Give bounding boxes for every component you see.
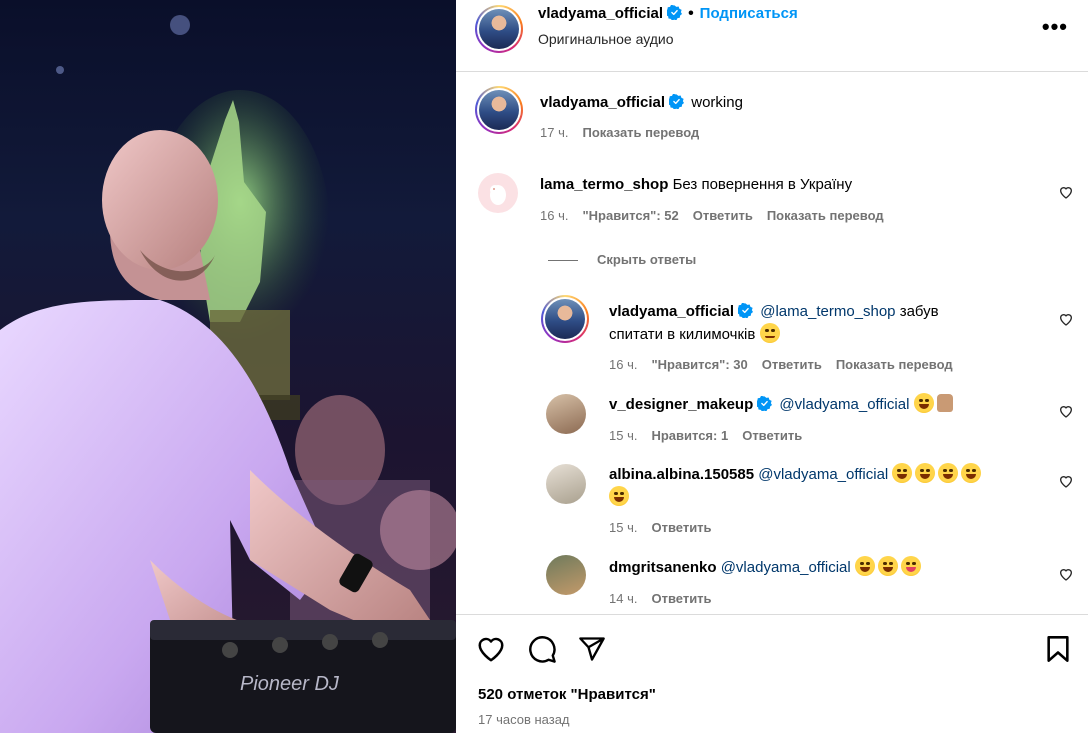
reply-text-line2: спитати в килимочків (609, 326, 756, 343)
reply-time[interactable]: 15 ч. (609, 428, 637, 443)
share-icon[interactable] (578, 635, 606, 663)
reply-time[interactable]: 14 ч. (609, 591, 637, 606)
reply-meta: 15 ч. Нравится: 1 Ответить (609, 428, 816, 443)
reply-avatar[interactable] (546, 394, 586, 434)
audio-label[interactable]: Оригинальное аудио (538, 31, 674, 47)
reply-time[interactable]: 15 ч. (609, 520, 637, 535)
post-image-art: Pioneer DJ (0, 15, 456, 733)
comment: lama_termo_shop Без повернення в Україну (540, 174, 852, 196)
reply-button[interactable]: Ответить (651, 591, 711, 606)
joy-emoji-icon (913, 393, 934, 413)
reply-time[interactable]: 16 ч. (609, 357, 637, 372)
reply-avatar[interactable] (541, 295, 589, 343)
svg-text:Pioneer DJ: Pioneer DJ (240, 673, 340, 695)
like-comment-heart-icon[interactable] (1058, 403, 1074, 419)
like-comment-heart-icon[interactable] (1058, 566, 1074, 582)
caption-username[interactable]: vladyama_official (540, 94, 665, 111)
post-image[interactable]: Pioneer DJ (0, 0, 456, 733)
reply-mention[interactable]: @lama_termo_shop (760, 303, 895, 320)
caption: vladyama_official working (540, 92, 743, 114)
author-username[interactable]: vladyama_official (538, 5, 663, 22)
reply-username[interactable]: vladyama_official (609, 303, 734, 320)
reply-likes[interactable]: Нравится: 1 (651, 428, 728, 443)
reply: vladyama_official @lama_termo_shop забув… (609, 301, 1029, 346)
reply-username[interactable]: dmgritsanenko (609, 559, 717, 576)
reply-mention[interactable]: @vladyama_official (779, 396, 909, 413)
comment-icon[interactable] (528, 635, 557, 664)
joy-emoji-icon (609, 486, 629, 506)
caption-time[interactable]: 17 ч. (540, 125, 568, 140)
reply-avatar[interactable] (546, 555, 586, 595)
reply-button[interactable]: Ответить (762, 357, 822, 372)
reply-meta: 16 ч. "Нравится": 30 Ответить Показать пере… (609, 357, 967, 372)
reply-button[interactable]: Ответить (693, 208, 753, 223)
comment-likes[interactable]: "Нравится": 52 (582, 208, 678, 223)
tongue-out-emoji-icon (900, 556, 921, 576)
replies-divider (548, 260, 578, 261)
reply-mention[interactable]: @vladyama_official (721, 559, 851, 576)
author-avatar[interactable] (475, 5, 523, 53)
reply: albina.albina.150585 @vladyama_official (609, 463, 1039, 509)
verified-badge-icon (738, 303, 754, 318)
reply-meta: 15 ч. Ответить (609, 520, 726, 535)
reply-button[interactable]: Ответить (742, 428, 802, 443)
follow-button[interactable]: Подписаться (700, 5, 798, 22)
verified-badge-icon (757, 396, 773, 411)
comment-time[interactable]: 16 ч. (540, 208, 568, 223)
post-header: vladyama_official • Подписаться Оригинальн… (456, 0, 1088, 72)
joy-emoji-icon (877, 556, 898, 576)
joy-emoji-icon (854, 556, 875, 576)
comments-list[interactable]: vladyama_official working 17 ч. Показать … (456, 73, 1088, 613)
like-heart-icon[interactable] (476, 635, 506, 663)
reply: dmgritsanenko @vladyama_official (609, 556, 924, 579)
separator-dot: • (688, 5, 694, 22)
comment-avatar-lama[interactable] (478, 173, 518, 213)
post-panel: vladyama_official • Подписаться Оригинальн… (456, 0, 1088, 733)
verified-badge-icon (667, 5, 683, 20)
translate-button[interactable]: Показать перевод (767, 208, 884, 223)
reply-button[interactable]: Ответить (651, 520, 711, 535)
joy-emoji-icon (961, 463, 982, 483)
reply-username[interactable]: albina.albina.150585 (609, 466, 754, 483)
caption-avatar[interactable] (475, 86, 523, 134)
translate-button[interactable]: Показать перевод (836, 357, 953, 372)
reply-meta: 14 ч. Ответить (609, 591, 726, 606)
comment-text: Без повернення в Україну (672, 176, 853, 193)
reply-avatar[interactable] (546, 464, 586, 504)
like-comment-heart-icon[interactable] (1058, 311, 1074, 327)
more-options-icon[interactable]: ••• (1042, 14, 1068, 40)
save-bookmark-icon[interactable] (1046, 635, 1070, 663)
reply: v_designer_makeup @vladyama_official (609, 393, 953, 416)
comment-meta: 16 ч. "Нравится": 52 Ответить Показать пере… (540, 208, 898, 223)
reply-username[interactable]: v_designer_makeup (609, 396, 753, 413)
caption-meta: 17 ч. Показать перевод (540, 125, 713, 140)
caption-text: working (691, 94, 743, 111)
action-bar: 520 отметок "Нравится" 17 часов назад (456, 614, 1088, 733)
winking-face-emoji-icon (759, 323, 780, 343)
thumbs-up-emoji-icon (936, 394, 953, 412)
joy-emoji-icon (915, 463, 936, 483)
comment-username[interactable]: lama_termo_shop (540, 176, 668, 193)
reply-text-line1: забув (899, 303, 939, 320)
reply-likes[interactable]: "Нравится": 30 (651, 357, 747, 372)
joy-emoji-icon (892, 463, 913, 483)
caption-translate-button[interactable]: Показать перевод (582, 125, 699, 140)
posted-time[interactable]: 17 часов назад (478, 712, 570, 727)
joy-emoji-icon (938, 463, 959, 483)
like-comment-heart-icon[interactable] (1058, 184, 1074, 200)
verified-badge-icon (669, 94, 685, 109)
hide-replies-button[interactable]: Скрыть ответы (597, 252, 696, 267)
like-comment-heart-icon[interactable] (1058, 473, 1074, 489)
likes-count[interactable]: 520 отметок "Нравится" (478, 686, 656, 703)
reply-mention[interactable]: @vladyama_official (758, 466, 888, 483)
